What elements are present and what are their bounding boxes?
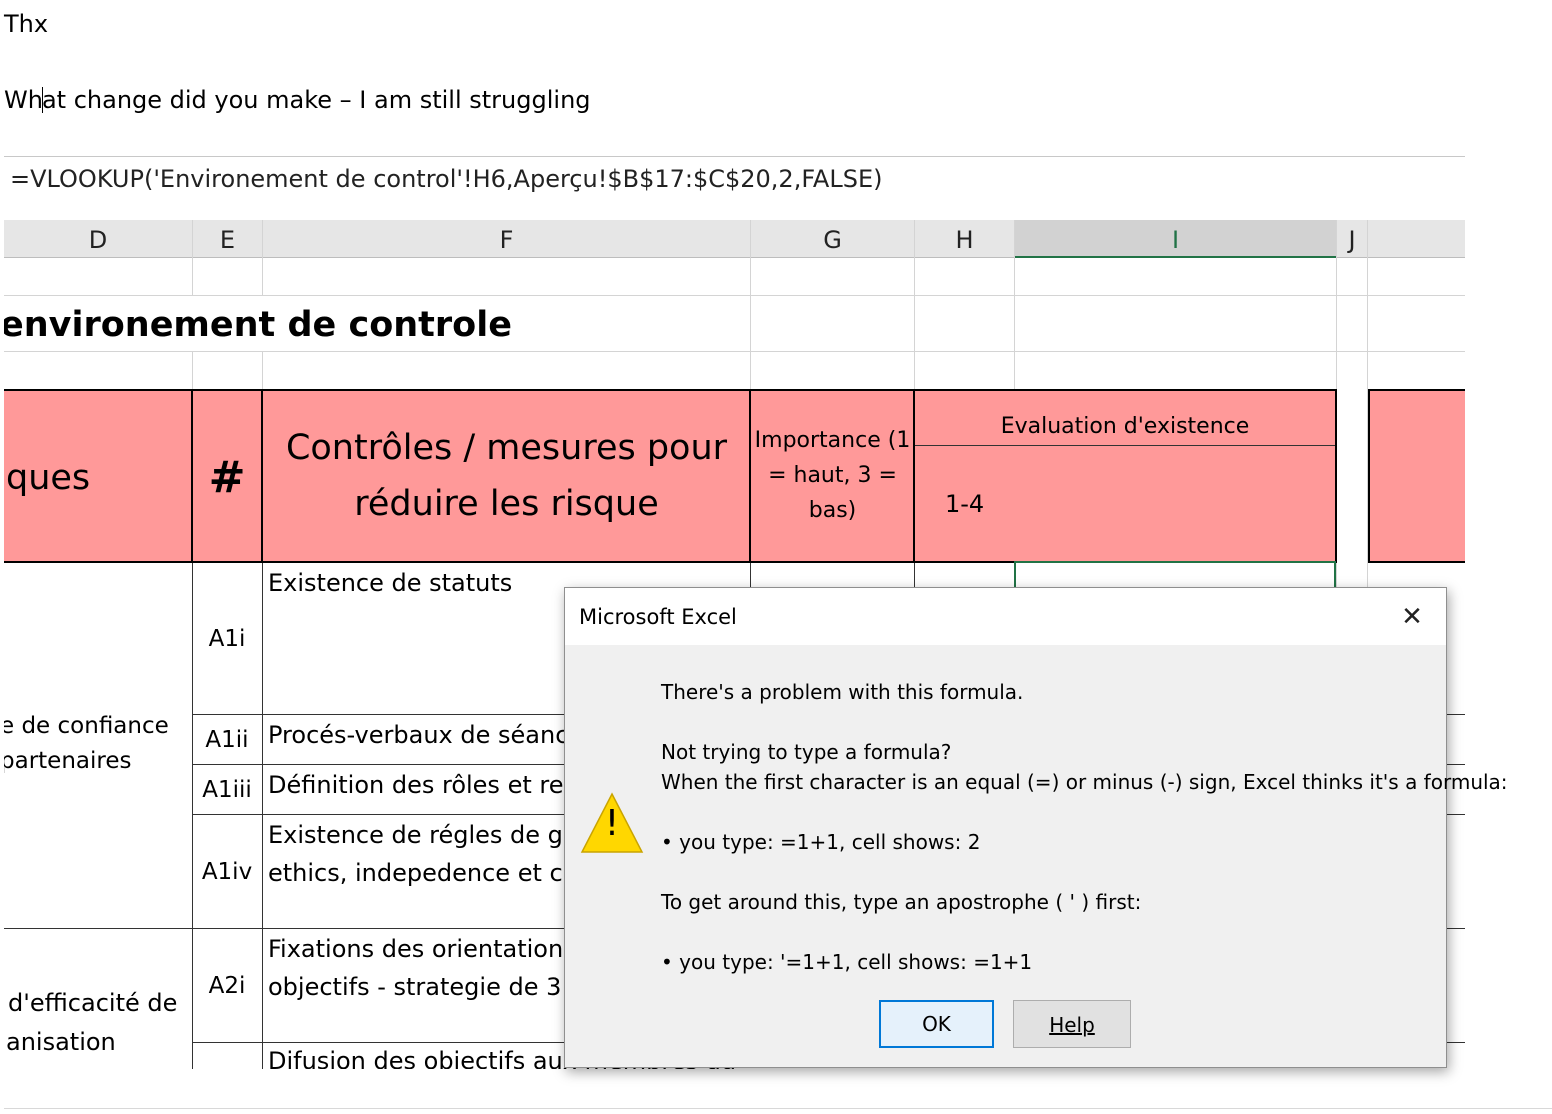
row-control-text: Fixations des orientations xyxy=(268,935,576,963)
column-header-f[interactable]: F xyxy=(263,220,750,258)
column-header-d[interactable]: D xyxy=(4,220,192,258)
help-button-label: Help xyxy=(1049,1013,1095,1037)
row-control-text: Existence de régles de go xyxy=(268,821,578,849)
header-risks: ques xyxy=(6,458,91,498)
column-header-k[interactable] xyxy=(1368,220,1465,258)
email-line-thanks: Thx xyxy=(4,10,49,38)
column-header-j[interactable]: J xyxy=(1337,220,1367,258)
row-id: A2i xyxy=(208,973,246,999)
dialog-example-2: • you type: '=1+1, cell shows: =1+1 xyxy=(661,950,1033,974)
ok-button[interactable]: OK xyxy=(879,1000,994,1048)
dialog-message-problem: There's a problem with this formula. xyxy=(661,680,1024,704)
column-header-h[interactable]: H xyxy=(915,220,1014,258)
header-controls-line1: Contrôles / mesures pour xyxy=(285,428,728,468)
row-control-text: ethics, indepedence et co xyxy=(268,859,578,887)
sheet-title: environement de controle xyxy=(4,305,512,345)
excel-error-dialog: Microsoft Excel ✕ ! There's a problem wi… xyxy=(564,587,1508,1068)
header-scale: 1-4 xyxy=(945,490,985,518)
header-importance-line2: = haut, 3 = xyxy=(768,463,897,488)
email-text-part: at change did you make – I am still stru… xyxy=(41,86,591,114)
risk-group1-line2: partenaires xyxy=(4,748,132,774)
row-id: A1iv xyxy=(201,859,253,885)
risk-group2-line2: anisation xyxy=(6,1028,116,1056)
close-icon[interactable]: ✕ xyxy=(1391,598,1433,636)
header-number: # xyxy=(208,452,246,503)
dialog-message-workaround: To get around this, type an apostrophe (… xyxy=(661,890,1142,914)
column-header-i[interactable]: I xyxy=(1015,220,1336,258)
row-control-text: Existence de statuts xyxy=(268,569,513,597)
row-control-text: Définition des rôles et res xyxy=(268,771,576,799)
dialog-message-not-trying: Not trying to type a formula? xyxy=(661,740,952,764)
risk-group1-line1: e de confiance xyxy=(4,713,169,739)
dialog-title: Microsoft Excel xyxy=(579,605,737,629)
header-controls-line2: réduire les risque xyxy=(354,484,659,524)
help-button[interactable]: Help xyxy=(1013,1000,1131,1048)
row-id: A1i xyxy=(208,626,246,652)
dialog-example-1: • you type: =1+1, cell shows: 2 xyxy=(661,830,981,854)
header-evaluation: Evaluation d'existence xyxy=(1000,414,1250,439)
header-importance-line1: Importance (1 xyxy=(754,428,911,453)
column-header-g[interactable]: G xyxy=(751,220,914,258)
warning-icon: ! xyxy=(580,791,644,855)
row-id: A1ii xyxy=(205,727,249,753)
dialog-message-explanation: When the first character is an equal (=)… xyxy=(661,770,1508,794)
risk-group2-line1: d'efficacité de xyxy=(8,989,178,1017)
row-control-text: objectifs - strategie de 3 a xyxy=(268,973,584,1001)
header-importance-line3: bas) xyxy=(808,498,857,523)
email-text-part: Wh xyxy=(4,86,43,114)
row-id: A1iii xyxy=(202,777,252,803)
row-control-text: Procés-verbaux de séance xyxy=(268,721,584,749)
formula-text: =VLOOKUP('Environement de control'!H6,Ap… xyxy=(10,165,883,193)
column-header-e[interactable]: E xyxy=(193,220,262,258)
email-line-question[interactable]: What change did you make – I am still st… xyxy=(4,86,591,114)
